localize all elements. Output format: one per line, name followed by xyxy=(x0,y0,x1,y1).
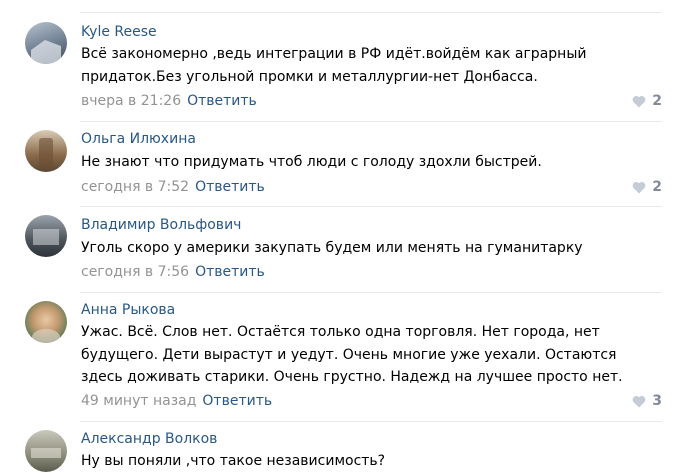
like-button[interactable]: 2 xyxy=(632,93,662,109)
comment-time[interactable]: 49 минут назад xyxy=(81,393,196,409)
separator xyxy=(80,292,662,293)
comment-author[interactable]: Ольга Илюхина xyxy=(81,131,196,147)
comment-meta: сегодня в 7:56 Ответить xyxy=(81,264,265,280)
comment-author[interactable]: Владимир Вольфович xyxy=(81,217,241,233)
comment-text: Уголь скоро у америки закупать будем или… xyxy=(81,240,583,256)
avatar[interactable] xyxy=(25,22,67,64)
comment-time[interactable]: сегодня в 7:56 xyxy=(81,264,189,280)
like-count: 2 xyxy=(652,179,662,195)
avatar-image xyxy=(31,448,61,458)
avatar[interactable] xyxy=(25,215,67,257)
avatar[interactable] xyxy=(25,130,67,172)
comment-time[interactable]: вчера в 21:26 xyxy=(81,93,181,109)
comment-meta: 49 минут назад Ответить xyxy=(81,393,272,409)
comment-text: Ужас. Всё. Слов нет. Остаётся только одн… xyxy=(81,324,623,386)
avatar[interactable] xyxy=(25,301,67,343)
comment-author[interactable]: Александр Волков xyxy=(81,431,217,447)
reply-button[interactable]: Ответить xyxy=(195,264,265,280)
separator xyxy=(80,206,662,207)
like-button[interactable]: 3 xyxy=(632,393,662,409)
comment-meta: вчера в 21:26 Ответить xyxy=(81,93,257,109)
separator xyxy=(80,12,662,13)
comment-text: Всё закономерно ,ведь интеграции в РФ ид… xyxy=(81,46,591,85)
comment-author[interactable]: Анна Рыкова xyxy=(81,302,175,318)
reply-button[interactable]: Ответить xyxy=(202,393,272,409)
heart-icon xyxy=(632,395,646,407)
like-count: 3 xyxy=(652,393,662,409)
reply-button[interactable]: Ответить xyxy=(195,179,265,195)
comment-author[interactable]: Kyle Reese xyxy=(81,24,157,40)
separator xyxy=(80,121,662,122)
comment-meta: сегодня в 7:52 Ответить xyxy=(81,179,265,195)
avatar[interactable] xyxy=(25,430,67,472)
heart-icon xyxy=(632,181,646,193)
avatar-image xyxy=(39,138,53,168)
like-count: 2 xyxy=(652,93,662,109)
like-button[interactable]: 2 xyxy=(632,179,662,195)
avatar-image xyxy=(33,229,59,245)
comment-time[interactable]: сегодня в 7:52 xyxy=(81,179,189,195)
comment-text: Не знают что придумать чтоб люди с голод… xyxy=(81,154,542,170)
avatar-image xyxy=(31,40,61,64)
reply-button[interactable]: Ответить xyxy=(187,93,257,109)
comment-text: Ну вы поняли ,что такое независимость? xyxy=(81,453,386,469)
heart-icon xyxy=(632,95,646,107)
avatar-image xyxy=(32,329,60,343)
separator xyxy=(80,421,662,422)
